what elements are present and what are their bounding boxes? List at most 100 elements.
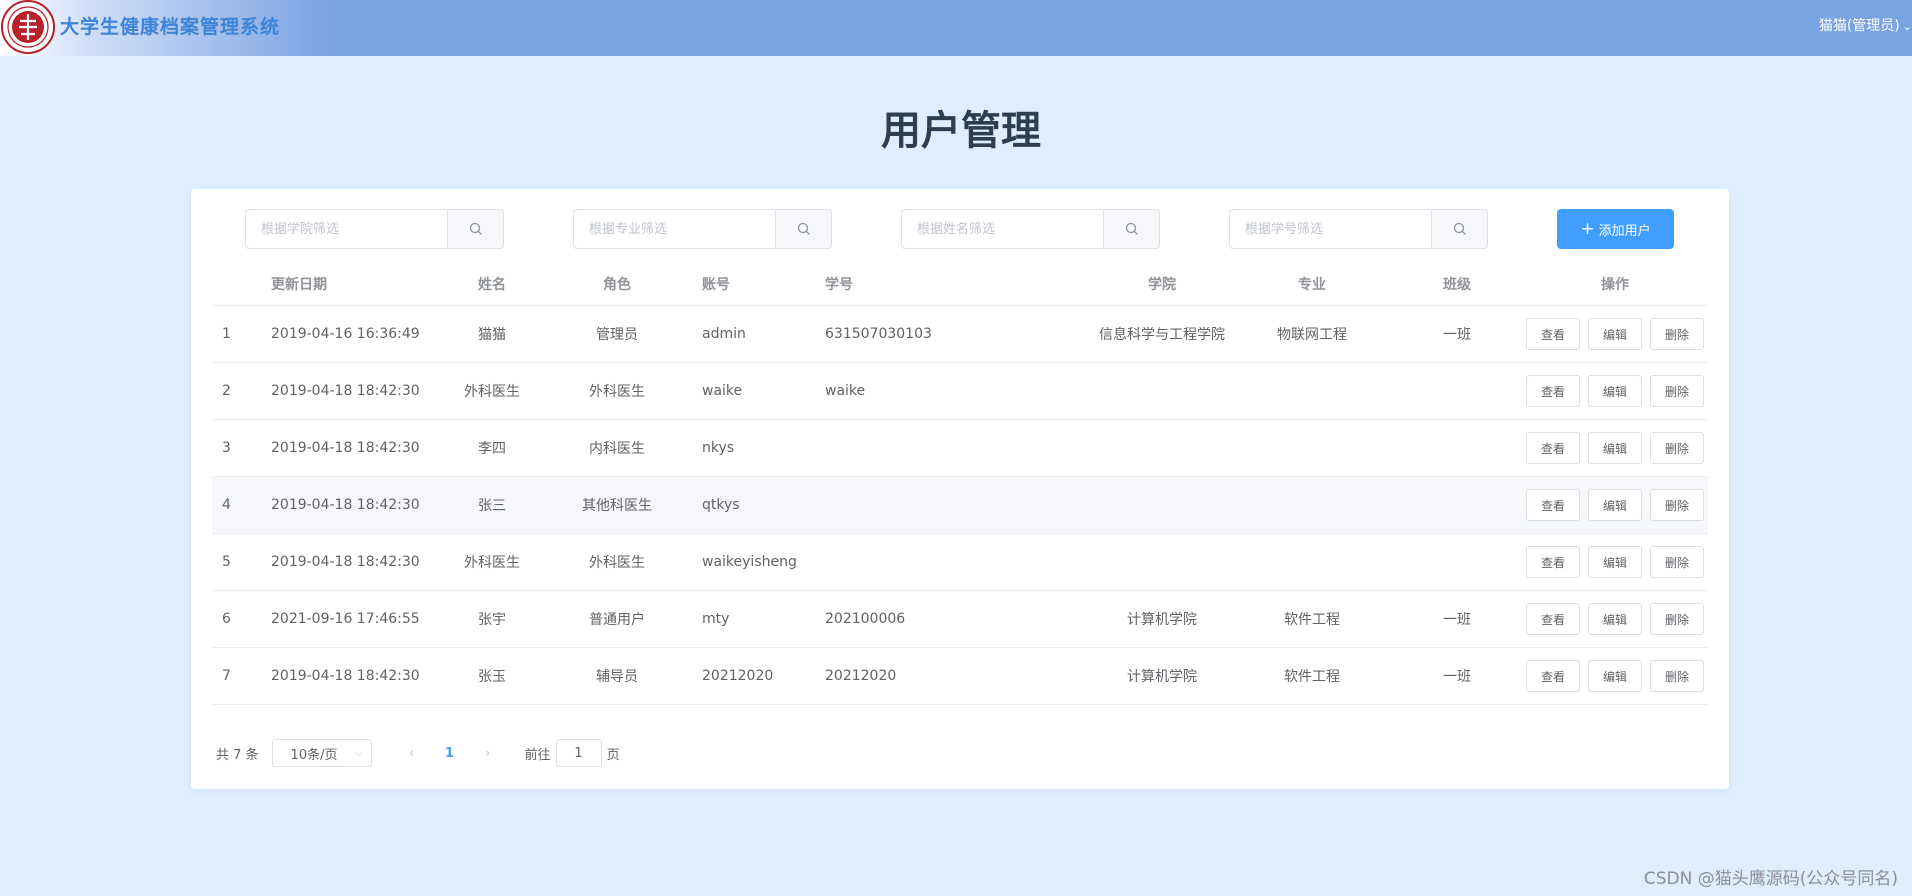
goto-page-input[interactable]: [555, 739, 602, 767]
user-management-card: + 添加用户 更新日期 姓名 角色 账号 学号 学院 专业 班级 操作 1 201…: [191, 189, 1729, 789]
pagination: 共 7 条 10条/页 ⌵ ‹ 1 › 前往 页: [216, 739, 620, 767]
row-actions: 查看 编辑 删除: [1522, 534, 1708, 590]
search-icon: [797, 222, 810, 235]
college-search-button[interactable]: [447, 210, 503, 248]
top-navbar: 大学生健康档案管理系统 猫猫(管理员) ⌄: [0, 0, 1912, 56]
search-icon: [1125, 222, 1138, 235]
edit-button[interactable]: 编辑: [1588, 318, 1642, 350]
edit-button[interactable]: 编辑: [1588, 546, 1642, 578]
table-row: 3 2019-04-18 18:42:30 李四 内科医生 nkys 查看 编辑 删除: [212, 420, 1708, 477]
account-cell: waikeyisheng: [702, 554, 797, 570]
total-count: 共 7 条: [216, 747, 259, 763]
goto-prefix: 前往: [524, 747, 551, 763]
class-cell: [1392, 477, 1522, 533]
class-cell: 一班: [1443, 327, 1471, 343]
update-date: 2019-04-18 18:42:30: [271, 668, 420, 684]
class-cell: [1392, 534, 1522, 590]
view-button[interactable]: 查看: [1526, 432, 1580, 464]
student-no-cell: 20212020: [825, 668, 897, 684]
major-cell: 软件工程: [1284, 669, 1340, 685]
row-actions: 查看 编辑 删除: [1522, 477, 1708, 533]
account-cell: waike: [702, 383, 743, 399]
view-button[interactable]: 查看: [1526, 660, 1580, 692]
page-number[interactable]: 1: [432, 746, 468, 761]
user-name-cell: 张三: [478, 498, 506, 514]
update-date: 2019-04-18 18:42:30: [271, 497, 420, 513]
chevron-down-icon: ⌵: [354, 747, 363, 759]
user-name-cell: 外科医生: [464, 555, 520, 571]
add-user-button[interactable]: + 添加用户: [1557, 209, 1674, 249]
prev-page-button[interactable]: ‹: [392, 746, 432, 761]
view-button[interactable]: 查看: [1526, 603, 1580, 635]
major-search-button[interactable]: [775, 210, 831, 248]
major-cell: 软件工程: [1284, 612, 1340, 628]
delete-button[interactable]: 删除: [1650, 375, 1704, 407]
class-cell: [1392, 420, 1522, 476]
table-row: 6 2021-09-16 17:46:55 张宇 普通用户 mty 202100006 计算…: [212, 591, 1708, 648]
class-cell: [1392, 363, 1522, 419]
user-name-cell: 张玉: [478, 669, 506, 685]
student-no-search-button[interactable]: [1431, 210, 1487, 248]
row-index: 1: [222, 326, 231, 342]
role-cell: 外科医生: [589, 384, 645, 400]
row-actions: 查看 编辑 删除: [1522, 591, 1708, 647]
name-search-button[interactable]: [1103, 210, 1159, 248]
row-actions: 查看 编辑 删除: [1522, 420, 1708, 476]
delete-button[interactable]: 删除: [1650, 660, 1704, 692]
edit-button[interactable]: 编辑: [1588, 489, 1642, 521]
class-cell: 一班: [1443, 612, 1471, 628]
account-cell: nkys: [702, 440, 735, 456]
role-cell: 外科医生: [589, 555, 645, 571]
student-no-cell: waike: [825, 383, 866, 399]
watermark: CSDN @猫头鹰源码(公众号同名): [1643, 869, 1898, 889]
edit-button[interactable]: 编辑: [1588, 375, 1642, 407]
student-no-cell: [825, 477, 1025, 533]
major-cell: [1232, 420, 1392, 476]
column-header-student-no: 学号: [825, 277, 853, 293]
role-cell: 其他科医生: [582, 498, 652, 514]
delete-button[interactable]: 删除: [1650, 318, 1704, 350]
major-filter: [573, 209, 832, 249]
college-filter-input[interactable]: [246, 210, 447, 248]
delete-button[interactable]: 删除: [1650, 432, 1704, 464]
column-header-major: 专业: [1298, 277, 1326, 293]
major-cell: [1232, 363, 1392, 419]
next-page-button[interactable]: ›: [468, 746, 508, 761]
view-button[interactable]: 查看: [1526, 546, 1580, 578]
user-table: 更新日期 姓名 角色 账号 学号 学院 专业 班级 操作 1 2019-04-16…: [212, 263, 1708, 705]
edit-button[interactable]: 编辑: [1588, 603, 1642, 635]
name-filter-input[interactable]: [902, 210, 1103, 248]
role-cell: 管理员: [596, 327, 638, 343]
row-actions: 查看 编辑 删除: [1522, 363, 1708, 419]
view-button[interactable]: 查看: [1526, 489, 1580, 521]
column-header-role: 角色: [603, 277, 631, 293]
column-header-class: 班级: [1443, 277, 1471, 293]
column-header-account: 账号: [702, 277, 730, 293]
delete-button[interactable]: 删除: [1650, 489, 1704, 521]
update-date: 2019-04-16 16:36:49: [271, 326, 420, 342]
college-filter: [245, 209, 504, 249]
major-cell: 物联网工程: [1277, 327, 1347, 343]
view-button[interactable]: 查看: [1526, 318, 1580, 350]
name-filter: [901, 209, 1160, 249]
delete-button[interactable]: 删除: [1650, 603, 1704, 635]
update-date: 2019-04-18 18:42:30: [271, 554, 420, 570]
role-cell: 内科医生: [589, 441, 645, 457]
search-icon: [469, 222, 482, 235]
plus-icon: +: [1580, 218, 1595, 239]
page-size-select[interactable]: 10条/页 ⌵: [271, 739, 372, 767]
account-cell: mty: [702, 611, 730, 627]
goto-suffix: 页: [606, 747, 620, 763]
view-button[interactable]: 查看: [1526, 375, 1580, 407]
user-name-cell: 张宇: [478, 612, 506, 628]
update-date: 2019-04-18 18:42:30: [271, 383, 420, 399]
edit-button[interactable]: 编辑: [1588, 432, 1642, 464]
delete-button[interactable]: 删除: [1650, 546, 1704, 578]
user-name-cell: 猫猫: [478, 327, 506, 343]
student-no-filter-input[interactable]: [1230, 210, 1431, 248]
account-cell: admin: [702, 326, 746, 342]
edit-button[interactable]: 编辑: [1588, 660, 1642, 692]
table-body: 1 2019-04-16 16:36:49 猫猫 管理员 admin 6315070301…: [212, 306, 1708, 705]
major-filter-input[interactable]: [574, 210, 775, 248]
user-menu[interactable]: 猫猫(管理员) ⌄: [1819, 15, 1912, 35]
